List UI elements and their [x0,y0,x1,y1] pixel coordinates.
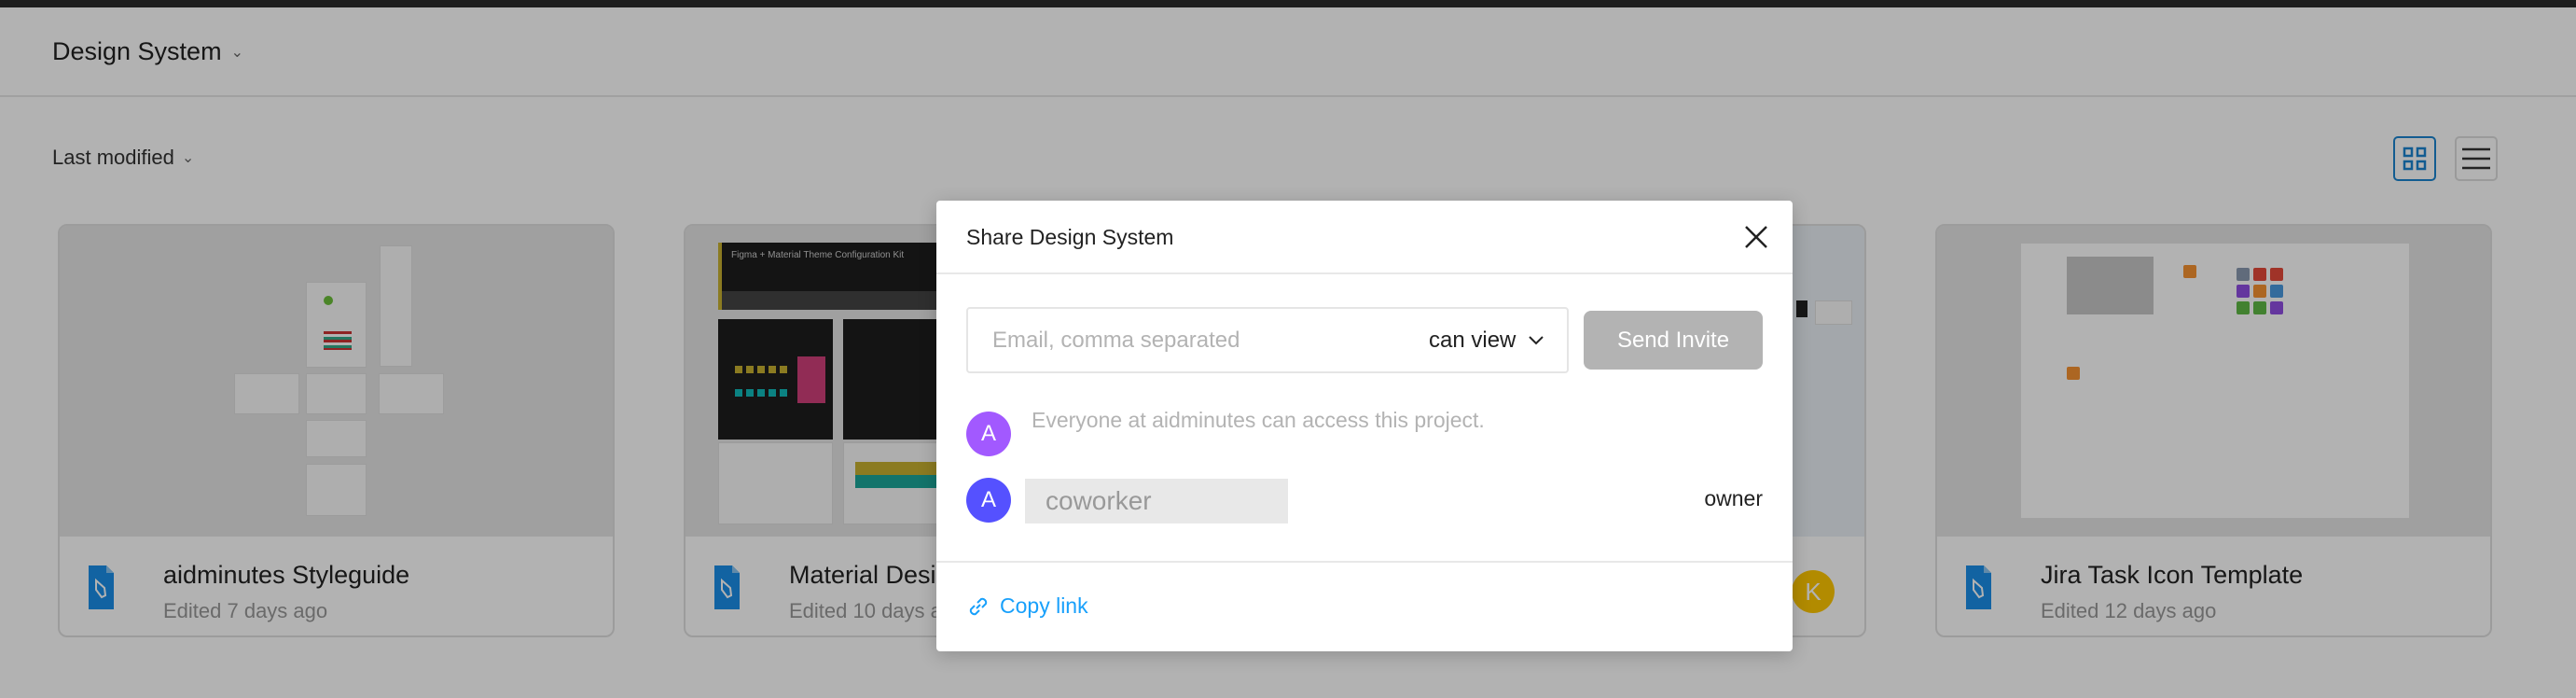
permission-label: can view [1429,328,1517,353]
org-avatar: A [966,412,1011,456]
permission-dropdown[interactable]: can view [1429,328,1544,354]
email-field-container: can view [966,307,1569,373]
chevron-down-icon [1529,336,1544,345]
member-name: coworker [1025,479,1288,524]
copy-link-button[interactable]: Copy link [966,593,1088,619]
divider [936,561,1793,563]
member-avatar: A [966,478,1011,523]
send-invite-button[interactable]: Send Invite [1584,311,1763,370]
email-input[interactable] [992,326,1403,356]
org-access-text: Everyone at aidminutes can access this p… [1032,408,1485,432]
link-icon [969,597,988,615]
dialog-title: Share Design System [966,225,1174,249]
close-icon[interactable] [1740,221,1772,253]
copy-link-label: Copy link [1000,593,1088,618]
share-dialog: Share Design System can view Send Invite… [936,201,1793,651]
member-role: owner [1704,486,1763,510]
